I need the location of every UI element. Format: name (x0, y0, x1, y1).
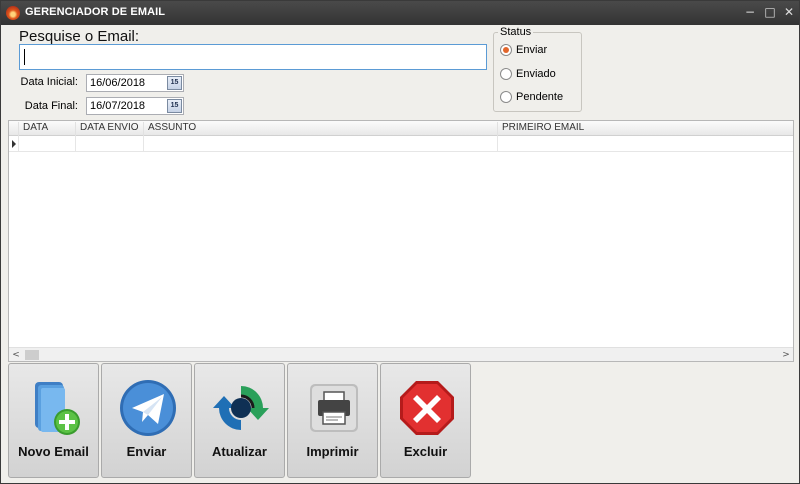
table-row[interactable] (9, 136, 793, 152)
new-email-button[interactable]: Novo Email (8, 363, 99, 478)
table-cell[interactable] (497, 136, 793, 152)
table-cell[interactable] (75, 136, 143, 152)
text-caret (24, 49, 25, 65)
new-email-label: Novo Email (18, 444, 89, 459)
start-date-picker[interactable]: 16/06/2018 15 (86, 74, 184, 92)
delete-label: Excluir (403, 444, 448, 459)
delete-button[interactable]: Excluir (380, 363, 471, 478)
scroll-thumb[interactable] (25, 350, 39, 360)
start-date-value: 16/06/2018 (90, 77, 146, 89)
title-bar: GERENCIADOR DE EMAIL − □ ✕ (1, 1, 799, 25)
email-grid[interactable]: DATA DATA ENVIO ASSUNTO PRIMEIRO EMAIL <… (8, 120, 794, 362)
radio-selected[interactable] (500, 44, 512, 56)
status-legend: Status (498, 26, 534, 38)
maximize-icon[interactable]: □ (763, 4, 777, 20)
send-icon (120, 380, 176, 436)
new-email-icon (35, 382, 80, 435)
delete-icon (400, 381, 454, 435)
calendar-icon[interactable]: 15 (167, 99, 182, 113)
search-input[interactable] (19, 44, 487, 70)
main-window: GERENCIADOR DE EMAIL − □ ✕ Pesquise o Em… (0, 0, 800, 484)
close-icon[interactable]: ✕ (782, 4, 796, 20)
flame-icon (6, 6, 20, 20)
table-cell[interactable] (18, 136, 75, 152)
window-title: GERENCIADOR DE EMAIL (25, 6, 166, 18)
calendar-icon[interactable]: 15 (167, 76, 182, 90)
table-cell[interactable] (143, 136, 497, 152)
refresh-label: Atualizar (212, 444, 267, 459)
printer-icon (310, 384, 358, 432)
current-row-icon (12, 140, 16, 148)
radio-label: Enviado (516, 68, 556, 80)
start-date-label: Data Inicial: (20, 76, 78, 88)
print-label: Imprimir (306, 444, 359, 459)
send-button[interactable]: Enviar (101, 363, 192, 478)
scroll-left-icon[interactable]: < (9, 348, 23, 362)
scroll-right-icon[interactable]: > (779, 348, 793, 362)
end-date-picker[interactable]: 16/07/2018 15 (86, 97, 184, 115)
minimize-icon[interactable]: − (743, 4, 757, 20)
column-header-assunto[interactable]: ASSUNTO (143, 122, 497, 136)
send-label: Enviar (126, 444, 167, 459)
grid-header: DATA DATA ENVIO ASSUNTO PRIMEIRO EMAIL (9, 121, 793, 136)
radio-label: Enviar (516, 44, 548, 56)
end-date-label: Data Final: (24, 100, 78, 112)
radio-unselected[interactable] (500, 68, 512, 80)
horizontal-scrollbar[interactable]: < > (9, 347, 793, 361)
action-toolbar: Novo Email Enviar Atualizar Imprimir Exc… (8, 363, 794, 479)
radio-label: Pendente (516, 91, 564, 103)
search-label: Pesquise o Email: (19, 28, 140, 45)
print-button[interactable]: Imprimir (287, 363, 378, 478)
refresh-button[interactable]: Atualizar (194, 363, 285, 478)
column-header-data-envio[interactable]: DATA ENVIO (75, 122, 143, 136)
end-date-value: 16/07/2018 (90, 100, 146, 112)
column-header-data[interactable]: DATA (18, 122, 76, 136)
refresh-icon (213, 386, 269, 430)
column-header-primeiro-email[interactable]: PRIMEIRO EMAIL (497, 122, 791, 136)
radio-unselected[interactable] (500, 91, 512, 103)
